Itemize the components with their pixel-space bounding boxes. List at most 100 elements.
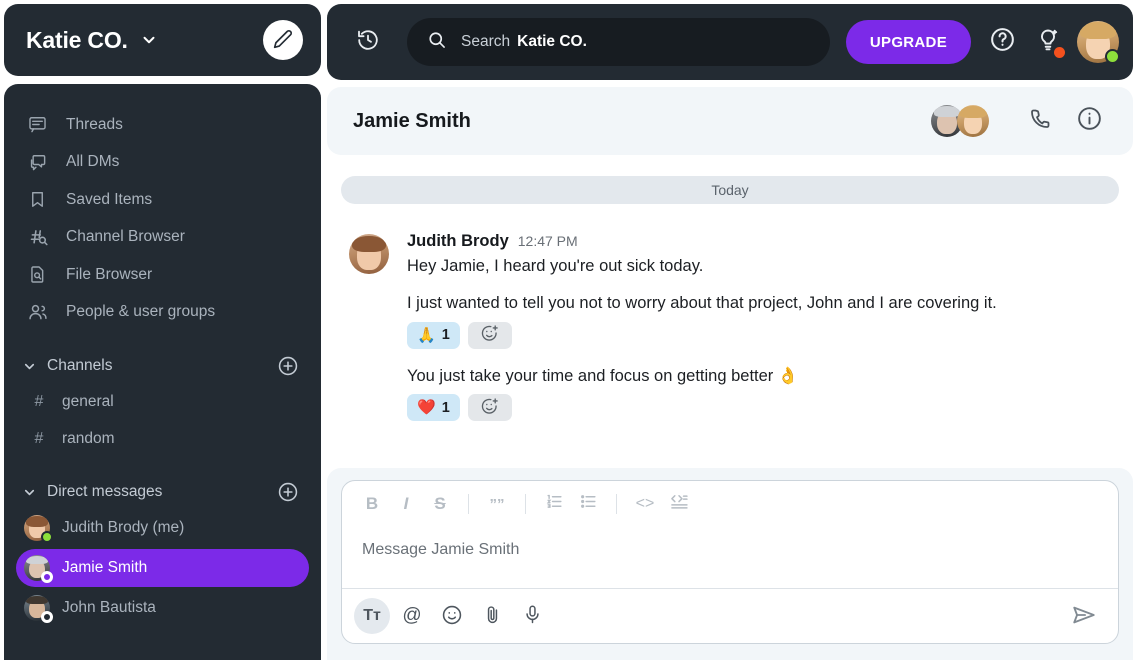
- blockquote-button[interactable]: ””: [481, 488, 513, 520]
- dm-item-judith-brody[interactable]: Judith Brody (me): [16, 509, 309, 547]
- presence-online-badge: [41, 531, 53, 543]
- reaction-count: 1: [441, 399, 450, 416]
- presence-online-badge: [1105, 49, 1120, 64]
- code-block-button[interactable]: [663, 488, 695, 520]
- bookmark-icon: [28, 190, 52, 209]
- dm-item-label: Judith Brody (me): [62, 519, 185, 536]
- reaction-pill[interactable]: 🙏 1: [407, 321, 460, 349]
- sidebar-item-label: People & user groups: [66, 303, 216, 321]
- bulleted-list-icon: [579, 492, 598, 516]
- user-avatar-button[interactable]: [1077, 21, 1120, 64]
- sidebar-item-label: File Browser: [66, 265, 153, 283]
- search-icon: [427, 30, 447, 55]
- call-button[interactable]: [1019, 99, 1063, 143]
- search-input[interactable]: Search Katie CO.: [407, 18, 830, 66]
- search-workspace-name: Katie CO.: [517, 33, 587, 50]
- file-browser-icon: [28, 265, 52, 284]
- attachment-icon: [482, 604, 503, 628]
- reaction-row: ❤️ 1: [407, 394, 1119, 422]
- add-reaction-icon: [480, 324, 499, 346]
- composer-container: B I S ”” <> Message Jamie Smith Tт @: [327, 468, 1133, 660]
- message-text: I just wanted to tell you not to worry a…: [407, 294, 997, 313]
- add-reaction-button[interactable]: [467, 394, 512, 422]
- emoji-icon: [441, 604, 463, 629]
- emoji-button[interactable]: [434, 598, 470, 634]
- avatar: [24, 515, 53, 543]
- italic-button[interactable]: I: [390, 488, 422, 520]
- avatar[interactable]: [349, 234, 389, 274]
- reaction-count: 1: [441, 327, 450, 344]
- bulleted-list-button[interactable]: [572, 488, 604, 520]
- history-icon: [356, 28, 380, 57]
- formatting-toolbar: B I S ”” <>: [342, 481, 1118, 527]
- dm-item-label: Jamie Smith: [62, 559, 148, 576]
- people-icon: [28, 302, 52, 322]
- chevron-down-icon: [22, 485, 37, 500]
- workspace-bar: Katie CO.: [4, 4, 321, 76]
- sidebar-item-threads[interactable]: Threads: [16, 106, 309, 144]
- ordered-list-icon: [545, 492, 564, 516]
- ordered-list-button[interactable]: [538, 488, 570, 520]
- app-root: Katie CO. Threads All DMs Saved Items Ch…: [0, 0, 1137, 660]
- chevron-down-icon: [22, 359, 37, 374]
- hash-icon: #: [34, 392, 44, 410]
- sidebar: Threads All DMs Saved Items Channel Brow…: [4, 84, 321, 660]
- mention-button[interactable]: @: [394, 598, 430, 634]
- dm-item-label: John Bautista: [62, 599, 156, 616]
- sidebar-item-people-user-groups[interactable]: People & user groups: [16, 294, 309, 332]
- attachment-button[interactable]: [474, 598, 510, 634]
- search-placeholder: Search: [461, 33, 511, 50]
- top-navigation-bar: Search Katie CO. UPGRADE: [327, 4, 1133, 80]
- composer-actions: Tт @: [342, 589, 1118, 643]
- send-button[interactable]: [1064, 596, 1104, 636]
- code-block-icon: [669, 492, 689, 517]
- add-reaction-button[interactable]: [467, 321, 512, 349]
- message-author[interactable]: Judith Brody: [407, 232, 509, 251]
- strikethrough-button[interactable]: S: [424, 488, 456, 520]
- message-timestamp: 12:47 PM: [517, 233, 578, 249]
- add-channel-button[interactable]: [277, 355, 299, 377]
- message-input[interactable]: Message Jamie Smith: [342, 527, 1118, 589]
- sidebar-nav: Threads All DMs Saved Items Channel Brow…: [4, 106, 321, 331]
- channel-item-general[interactable]: # general: [16, 383, 309, 420]
- dms-section-header[interactable]: Direct messages: [16, 475, 309, 509]
- direct-messages-section: Direct messages Judith Brody (me) Jamie …: [4, 475, 321, 627]
- sidebar-item-saved-items[interactable]: Saved Items: [16, 181, 309, 219]
- workspace-switcher[interactable]: Katie CO.: [26, 27, 158, 54]
- compose-button[interactable]: [263, 20, 303, 60]
- send-icon: [1071, 602, 1097, 631]
- dm-item-jamie-smith[interactable]: Jamie Smith: [16, 549, 309, 587]
- workspace-name: Katie CO.: [26, 26, 128, 53]
- dm-item-john-bautista[interactable]: John Bautista: [16, 589, 309, 627]
- message-meta: Judith Brody 12:47 PM: [407, 232, 1119, 251]
- message: Judith Brody 12:47 PM Hey Jamie, I heard…: [341, 232, 1119, 437]
- member-avatars[interactable]: [929, 103, 991, 139]
- composer: B I S ”” <> Message Jamie Smith Tт @: [341, 480, 1119, 644]
- conversation-actions: [929, 99, 1111, 143]
- avatar: [24, 555, 53, 583]
- toolbar-divider: [468, 494, 469, 514]
- microphone-button[interactable]: [514, 598, 550, 634]
- help-circle-icon: [989, 26, 1016, 58]
- info-circle-icon: [1076, 105, 1103, 137]
- sidebar-item-all-dms[interactable]: All DMs: [16, 144, 309, 182]
- sidebar-item-channel-browser[interactable]: Channel Browser: [16, 219, 309, 257]
- formatting-toggle-button[interactable]: Tт: [354, 598, 390, 634]
- info-button[interactable]: [1067, 99, 1111, 143]
- add-dm-button[interactable]: [277, 481, 299, 503]
- reaction-pill[interactable]: ❤️ 1: [407, 394, 460, 422]
- code-button[interactable]: <>: [629, 488, 661, 520]
- channels-section: Channels # general # random: [4, 349, 321, 457]
- reaction-row: 🙏 1: [407, 321, 1119, 349]
- sidebar-item-file-browser[interactable]: File Browser: [16, 256, 309, 294]
- microphone-icon: [522, 604, 543, 628]
- channels-section-header[interactable]: Channels: [16, 349, 309, 383]
- conversation-header: Jamie Smith: [327, 87, 1133, 155]
- channel-item-random[interactable]: # random: [16, 420, 309, 457]
- bold-button[interactable]: B: [356, 488, 388, 520]
- conversation-title: Jamie Smith: [353, 109, 471, 132]
- upgrade-button[interactable]: UPGRADE: [845, 20, 971, 64]
- help-button[interactable]: [979, 19, 1025, 65]
- history-button[interactable]: [347, 21, 389, 63]
- whats-new-button[interactable]: [1025, 19, 1071, 65]
